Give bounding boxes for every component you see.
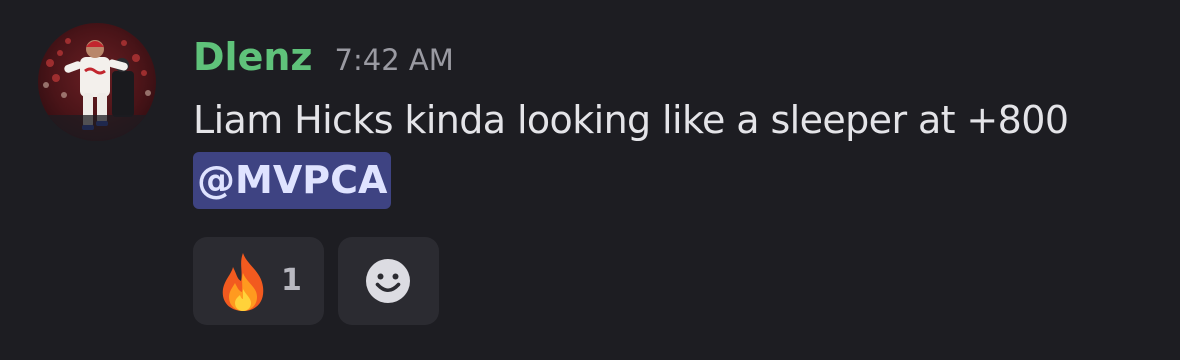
chat-message: Dlenz 7:42 AM Liam Hicks kinda looking l… (0, 0, 1180, 360)
message-header: Dlenz 7:42 AM (193, 32, 454, 82)
timestamp[interactable]: 7:42 AM (335, 35, 454, 85)
message-text: Liam Hicks kinda looking like a sleeper … (193, 98, 1069, 142)
baseball-player-avatar-icon (38, 23, 156, 141)
reaction-fire[interactable]: 1 (193, 237, 324, 325)
reaction-count: 1 (281, 263, 302, 298)
username[interactable]: Dlenz (193, 32, 313, 82)
fire-emoji-icon (222, 253, 264, 311)
smile-icon (366, 259, 410, 303)
add-reaction-button[interactable] (338, 237, 439, 325)
user-mention[interactable]: @MVPCA (193, 152, 392, 209)
user-avatar[interactable] (38, 23, 156, 141)
